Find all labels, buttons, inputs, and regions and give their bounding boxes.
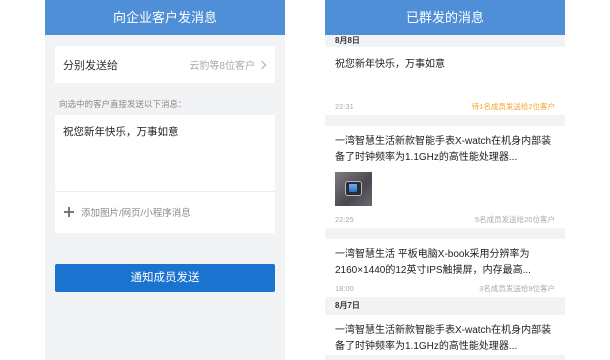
recipient-label: 分别发送给 [63,59,118,72]
recipient-row[interactable]: 分别发送给 云豹等8位客户 [55,46,275,83]
attach-button[interactable]: 添加图片/网页/小程序消息 [55,192,275,232]
watch-icon [345,181,362,196]
message-time: 22:31 [335,101,354,111]
message-meta: 22:31 待1名成员发送给2位客户 [335,97,555,115]
sent-messages-screen: 已群发的消息 8月8日 祝您新年快乐，万事如意 22:31 待1名成员发送给2位… [325,0,565,360]
notify-send-button[interactable]: 通知成员发送 [55,264,275,292]
message-text: 一湾智慧生活 平板电脑X-book采用分辨率为2160×1440的12英寸IPS… [335,249,531,276]
message-text: 祝您新年快乐，万事如意 [335,59,445,70]
message-meta: 18:00 3名成员发送给9位客户 [335,279,555,297]
list-item[interactable]: 祝您新年快乐，万事如意 22:31 待1名成员发送给2位客户 [325,47,565,115]
message-input[interactable]: 祝您新年快乐，万事如意 [55,115,275,191]
list-item[interactable]: 一湾智慧生活新款智能手表X-watch在机身内部装备了时钟频率为1.1GHz的高… [325,315,565,355]
divider [325,228,565,239]
divider [325,115,565,126]
page-title: 已群发的消息 [325,0,565,35]
list-item[interactable]: 一湾智慧生活新款智能手表X-watch在机身内部装备了时钟频率为1.1GHz的高… [325,126,565,228]
date-header: 8月7日 [325,297,565,315]
message-time: 18:00 [335,283,354,293]
smartwatch-thumbnail [335,172,372,206]
message-hint: 向选中的客户直接发送以下消息： [59,99,187,109]
message-text: 一湾智慧生活新款智能手表X-watch在机身内部装备了时钟频率为1.1GHz的高… [335,136,552,163]
chevron-right-icon [257,60,267,69]
message-list: 8月8日 祝您新年快乐，万事如意 22:31 待1名成员发送给2位客户 一湾智慧… [325,35,565,355]
list-item[interactable]: 一湾智慧生活 平板电脑X-book采用分辨率为2160×1440的12英寸IPS… [325,239,565,297]
plus-icon [64,207,74,217]
status-text: 待1名成员发送给2位客户 [471,101,555,111]
message-meta: 22:25 5名成员发送给20位客户 [335,210,555,228]
status-text: 5名成员发送给20位客户 [474,214,555,224]
date-header: 8月8日 [325,35,565,47]
message-card: 祝您新年快乐，万事如意 添加图片/网页/小程序消息 [55,115,275,233]
page-title: 向企业客户发消息 [45,0,285,35]
attach-label: 添加图片/网页/小程序消息 [81,208,191,219]
recipient-summary: 云豹等8位客户 [189,61,255,72]
status-text: 3名成员发送给9位客户 [479,283,555,293]
message-text: 一湾智慧生活新款智能手表X-watch在机身内部装备了时钟频率为1.1GHz的高… [335,325,552,352]
compose-screen: 向企业客户发消息 分别发送给 云豹等8位客户 向选中的客户直接发送以下消息： 祝… [45,0,285,360]
recipient-value: 云豹等8位客户 [189,57,267,72]
message-time: 22:25 [335,214,354,224]
